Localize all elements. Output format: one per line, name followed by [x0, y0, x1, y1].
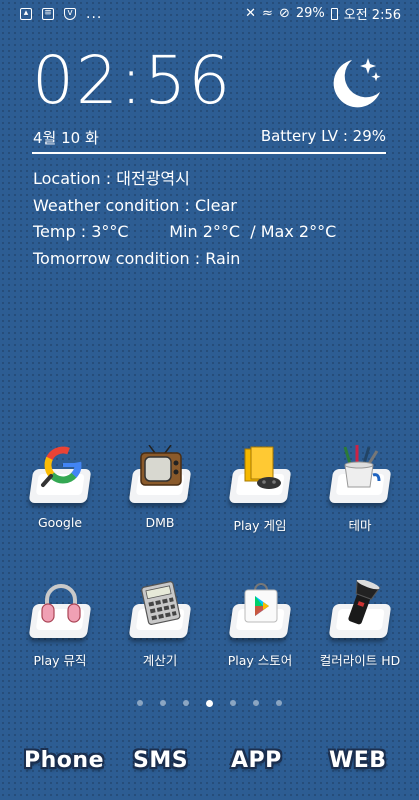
- flashlight-icon: [348, 580, 381, 625]
- page-dot[interactable]: [183, 700, 189, 706]
- dock: Phone SMS APP WEB: [0, 748, 419, 784]
- app-label: Play 게임: [233, 518, 287, 533]
- page-dot-active[interactable]: [206, 700, 213, 707]
- app-drawer-button[interactable]: APP: [231, 748, 282, 773]
- app-label: 컬러라이트 HD: [319, 653, 401, 668]
- app-play-store[interactable]: Play 스토어: [210, 580, 310, 669]
- date-text: 4월 10 화: [33, 129, 99, 147]
- app-play-music[interactable]: Play 뮤직: [10, 580, 110, 669]
- app-themes[interactable]: 테마: [310, 445, 410, 534]
- paint-brushes-icon: [343, 445, 381, 488]
- app-label: Play 스토어: [227, 653, 293, 668]
- sms-button[interactable]: SMS: [133, 748, 188, 773]
- phone-button[interactable]: Phone: [24, 748, 104, 773]
- tv-icon: [140, 445, 182, 486]
- battery-icon: [330, 7, 338, 20]
- app-label: 테마: [348, 518, 372, 533]
- battery-percent: 29%: [295, 6, 325, 21]
- page-dot[interactable]: [137, 700, 143, 706]
- status-bar: ▴ ≡ v ... ✕ ≈ ⊘ 29% 오전 2:56: [0, 0, 419, 28]
- app-play-games[interactable]: Play 게임: [210, 445, 310, 534]
- page-dot[interactable]: [253, 700, 259, 706]
- mute-icon: ✕: [245, 6, 257, 21]
- app-google[interactable]: Google: [10, 445, 110, 530]
- app-label: 계산기: [142, 653, 178, 668]
- google-icon: [41, 446, 82, 487]
- weather-location: Location : 대전광역시: [33, 169, 190, 188]
- page-dot[interactable]: [160, 700, 166, 706]
- gallery-icon: ▴: [20, 8, 32, 20]
- app-dmb[interactable]: DMB: [110, 445, 210, 530]
- calculator-icon: [141, 581, 181, 625]
- clock-time[interactable]: 02:56: [32, 42, 232, 119]
- moon-stars-icon: [333, 58, 381, 108]
- gamepad-icon: [244, 446, 281, 489]
- app-calculator[interactable]: 계산기: [110, 580, 210, 669]
- battery-level-text: Battery LV : 29%: [260, 127, 386, 145]
- web-button[interactable]: WEB: [329, 748, 387, 773]
- notification-icon: ≡: [42, 8, 54, 20]
- page-indicator: [0, 700, 419, 707]
- page-dot[interactable]: [230, 700, 236, 706]
- weather-info: Location : 대전광역시 Weather condition : Cle…: [33, 166, 336, 272]
- status-time: 오전 2:56: [343, 8, 401, 23]
- app-label: Play 뮤직: [33, 653, 87, 668]
- weather-temperature: Temp : 3°°C Min 2°°C / Max 2°°C: [33, 222, 337, 241]
- widget-divider: [32, 152, 386, 154]
- wifi-icon: ≈: [262, 6, 273, 21]
- weather-tomorrow: Tomorrow condition : Rain: [33, 248, 241, 268]
- headphones-icon: [41, 584, 81, 623]
- play-store-icon: [244, 583, 278, 623]
- shield-icon: v: [64, 8, 76, 20]
- page-dot[interactable]: [276, 700, 282, 706]
- app-color-light-hd[interactable]: 컬러라이트 HD: [310, 580, 410, 669]
- weather-condition: Weather condition : Clear: [33, 195, 237, 215]
- app-label: DMB: [145, 515, 175, 530]
- app-label: Google: [37, 515, 83, 530]
- do-not-disturb-icon: ⊘: [278, 6, 290, 21]
- more-notifications: ...: [86, 6, 103, 22]
